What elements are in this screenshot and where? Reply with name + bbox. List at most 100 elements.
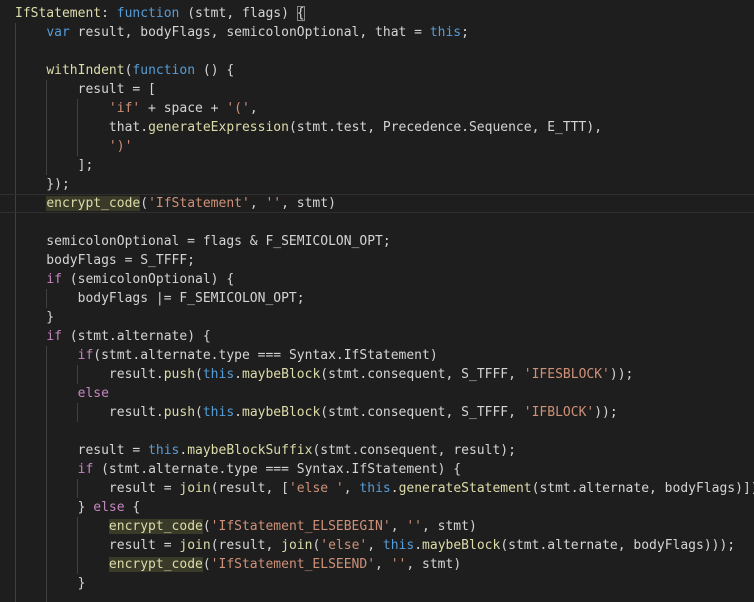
code-token: this bbox=[382, 538, 415, 553]
code-token: } bbox=[15, 310, 55, 325]
code-token: ]; bbox=[15, 158, 94, 173]
code-line[interactable]: semicolonOptional = flags & F_SEMICOLON_… bbox=[0, 232, 754, 251]
code-line[interactable]: bodyFlags = S_TFFF; bbox=[0, 251, 754, 270]
code-line[interactable]: ')' bbox=[0, 137, 754, 156]
code-line[interactable]: result = join(result, ['else ', this.gen… bbox=[0, 479, 754, 498]
code-token: encrypt_code bbox=[108, 519, 203, 534]
code-token: 'IFESBLOCK' bbox=[523, 367, 610, 382]
code-token: (stmt.test, Precedence.Sequence, E_TTT), bbox=[288, 120, 603, 135]
code-token: result = [ bbox=[15, 82, 156, 97]
code-line[interactable]: IfStatement: function (stmt, flags) { bbox=[0, 4, 754, 23]
code-token: maybeBlock bbox=[242, 405, 321, 420]
code-token: maybeBlock bbox=[242, 367, 321, 382]
code-token: , bbox=[375, 557, 391, 572]
code-token: encrypt_code bbox=[108, 557, 203, 572]
code-line[interactable]: result = join(result, join('else', this.… bbox=[0, 536, 754, 555]
code-token: maybeBlockSuffix bbox=[187, 443, 313, 458]
code-token: that. bbox=[15, 120, 149, 135]
code-token: (stmt.consequent, S_TFFF, bbox=[320, 367, 524, 382]
code-token: : bbox=[101, 6, 117, 21]
code-editor[interactable]: IfStatement: function (stmt, flags) { va… bbox=[0, 0, 754, 602]
code-token: + space + bbox=[140, 101, 227, 116]
code-token: result, bodyFlags, semicolonOptional, th… bbox=[69, 25, 430, 40]
code-token: 'IFBLOCK' bbox=[523, 405, 595, 420]
code-token: '' bbox=[265, 196, 282, 211]
code-line[interactable]: if(stmt.alternate.type === Syntax.IfStat… bbox=[0, 346, 754, 365]
code-line[interactable]: encrypt_code('IfStatement_ELSEBEGIN', ''… bbox=[0, 517, 754, 536]
code-line[interactable]: if (stmt.alternate) { bbox=[0, 327, 754, 346]
code-token: if bbox=[46, 329, 62, 344]
code-token: )); bbox=[594, 405, 618, 420]
code-token: result. bbox=[15, 405, 164, 420]
code-token: (stmt.alternate) { bbox=[61, 329, 211, 344]
code-token: ( bbox=[202, 519, 211, 534]
code-line[interactable]: that.generateExpression(stmt.test, Prece… bbox=[0, 118, 754, 137]
code-token: ( bbox=[140, 196, 149, 211]
code-line[interactable] bbox=[0, 42, 754, 61]
code-token: (stmt, flags) bbox=[179, 6, 297, 21]
code-token: result. bbox=[15, 367, 164, 382]
code-token: if bbox=[46, 272, 62, 287]
code-token: ( bbox=[195, 405, 203, 420]
code-token: join bbox=[179, 481, 211, 496]
code-line[interactable]: ]; bbox=[0, 156, 754, 175]
code-line[interactable]: } bbox=[0, 574, 754, 593]
code-line[interactable]: withIndent(function () { bbox=[0, 61, 754, 80]
code-token: semicolonOptional = flags & F_SEMICOLON_… bbox=[15, 234, 391, 249]
code-token: this bbox=[202, 367, 235, 382]
code-line[interactable]: var result, bodyFlags, semicolonOptional… bbox=[0, 23, 754, 42]
code-line[interactable]: if (semicolonOptional) { bbox=[0, 270, 754, 289]
code-line[interactable]: result = [ bbox=[0, 80, 754, 99]
code-line[interactable]: else bbox=[0, 384, 754, 403]
code-line[interactable]: result = this.maybeBlockSuffix(stmt.cons… bbox=[0, 441, 754, 460]
code-token: { bbox=[296, 6, 305, 21]
code-line[interactable]: 'if' + space + '(', bbox=[0, 99, 754, 118]
code-token: }); bbox=[15, 177, 70, 192]
code-token: , stmt) bbox=[422, 519, 477, 534]
code-line[interactable]: } else { bbox=[0, 498, 754, 517]
code-line[interactable]: encrypt_code('IfStatement', '', stmt) bbox=[0, 194, 754, 213]
code-token: result = bbox=[15, 481, 180, 496]
code-line[interactable]: bodyFlags |= F_SEMICOLON_OPT; bbox=[0, 289, 754, 308]
code-token: var bbox=[46, 25, 70, 40]
code-token: 'IfStatement_ELSEBEGIN' bbox=[210, 519, 391, 534]
code-token: } bbox=[15, 576, 86, 591]
code-token: (semicolonOptional) { bbox=[61, 272, 235, 287]
code-line[interactable]: encrypt_code('IfStatement_ELSEEND', '', … bbox=[0, 555, 754, 574]
code-token: , bbox=[249, 101, 258, 116]
code-token: 'IfStatement_ELSEEND' bbox=[210, 557, 376, 572]
code-token: else bbox=[77, 386, 109, 401]
code-token: ( bbox=[195, 367, 203, 382]
code-token: this bbox=[202, 405, 235, 420]
code-token: else bbox=[93, 500, 125, 515]
code-token: (stmt.consequent, S_TFFF, bbox=[320, 405, 524, 420]
code-token: '' bbox=[406, 519, 422, 534]
code-line[interactable] bbox=[0, 422, 754, 441]
code-line[interactable]: result.push(this.maybeBlock(stmt.consequ… bbox=[0, 365, 754, 384]
code-line[interactable] bbox=[0, 213, 754, 232]
code-token: '' bbox=[390, 557, 407, 572]
code-token: ( bbox=[202, 557, 211, 572]
code-token: function bbox=[116, 6, 180, 21]
code-token: if bbox=[77, 348, 94, 363]
code-token: (stmt.alternate, bodyFlags)]); bbox=[531, 481, 754, 496]
code-line[interactable]: } bbox=[0, 308, 754, 327]
code-token: bodyFlags = S_TFFF; bbox=[15, 253, 196, 268]
code-token: } bbox=[15, 500, 94, 515]
code-token: . bbox=[234, 367, 242, 382]
code-line[interactable]: result.push(this.maybeBlock(stmt.consequ… bbox=[0, 403, 754, 422]
code-token: ; bbox=[461, 25, 469, 40]
code-line[interactable]: if (stmt.alternate.type === Syntax.IfSta… bbox=[0, 460, 754, 479]
code-token: , bbox=[367, 538, 383, 553]
code-token: if bbox=[77, 462, 94, 477]
code-line[interactable]: }); bbox=[0, 175, 754, 194]
code-token: 'else' bbox=[320, 538, 368, 553]
